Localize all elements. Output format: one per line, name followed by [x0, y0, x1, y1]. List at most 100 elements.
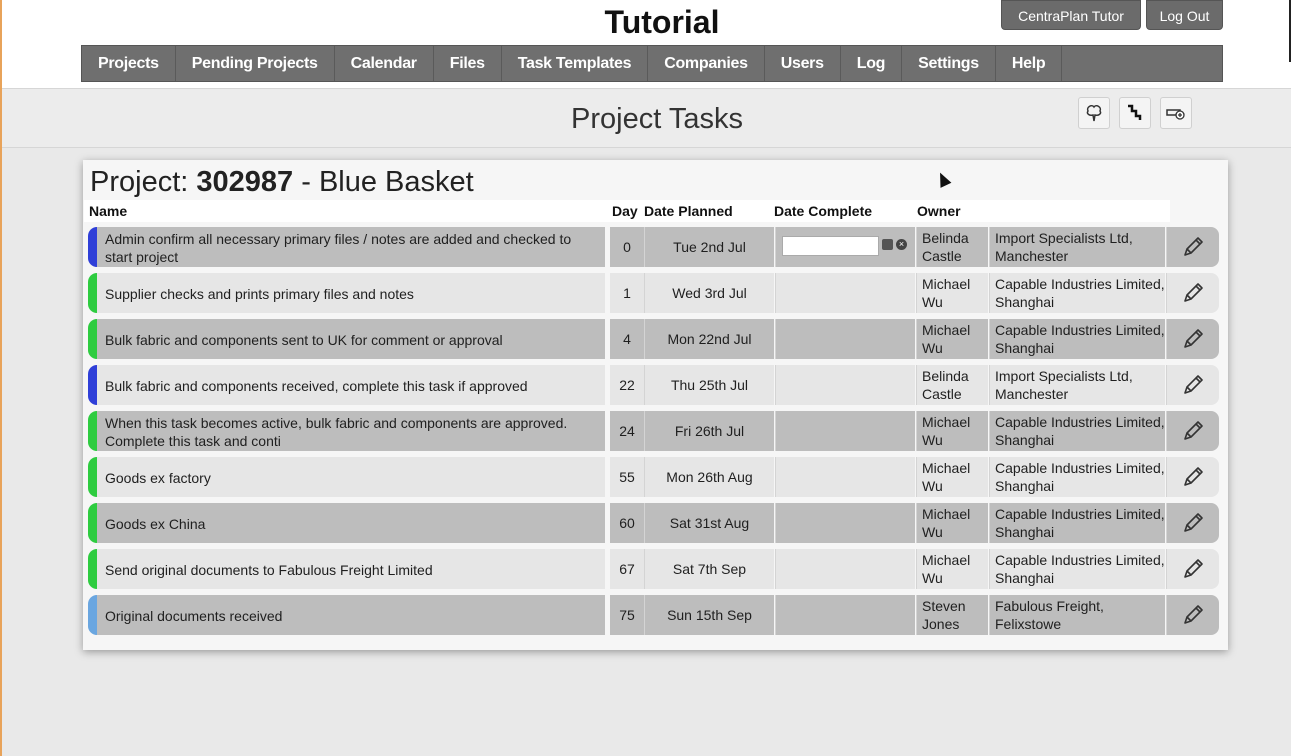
table-row[interactable]: Original documents received 75 Sun 15th Se…	[88, 595, 1219, 635]
cell-divider	[605, 319, 609, 359]
task-owner-person: Belinda Castle	[916, 365, 988, 405]
task-date-complete	[775, 503, 915, 543]
nav-projects[interactable]: Projects	[82, 46, 176, 81]
task-date-planned: Sun 15th Sep	[644, 595, 774, 635]
add-tag-icon[interactable]	[1160, 97, 1192, 129]
nav-files[interactable]: Files	[434, 46, 502, 81]
edit-task-button[interactable]	[1166, 503, 1219, 543]
column-header-day[interactable]: Day	[610, 200, 642, 222]
task-name-cell[interactable]: Bulk fabric and components received, com…	[88, 365, 605, 405]
task-name-cell[interactable]: Send original documents to Fabulous Frei…	[88, 549, 605, 589]
edit-task-button[interactable]	[1166, 549, 1219, 589]
task-owner-person: Belinda Castle	[916, 227, 988, 267]
calendar-icon[interactable]	[882, 239, 893, 250]
log-out-button[interactable]: Log Out	[1146, 0, 1223, 30]
task-owner-person: Michael Wu	[916, 319, 988, 359]
task-day: 55	[610, 457, 644, 497]
cell-divider	[605, 595, 609, 635]
column-header-name[interactable]: Name	[84, 200, 611, 222]
pencil-icon	[1184, 237, 1203, 256]
task-date-complete	[775, 411, 915, 451]
task-date-planned: Wed 3rd Jul	[644, 273, 774, 313]
task-day: 22	[610, 365, 644, 405]
task-date-complete[interactable]: ×	[775, 227, 915, 267]
column-header-date-complete[interactable]: Date Complete	[769, 200, 912, 222]
task-name-cell[interactable]: Original documents received	[88, 595, 605, 635]
project-number: 302987	[196, 166, 294, 198]
status-stripe	[88, 227, 97, 267]
task-date-planned: Sat 31st Aug	[644, 503, 774, 543]
app-title: Tutorial	[604, 4, 720, 40]
task-date-planned: Sat 7th Sep	[644, 549, 774, 589]
cell-divider	[605, 549, 609, 589]
status-stripe	[88, 365, 97, 405]
status-stripe	[88, 273, 97, 313]
pencil-icon	[1184, 329, 1203, 348]
task-name-cell[interactable]: Bulk fabric and components sent to UK fo…	[88, 319, 605, 359]
edit-task-button[interactable]	[1166, 273, 1219, 313]
date-complete-input[interactable]	[782, 236, 879, 256]
task-date-complete	[775, 273, 915, 313]
edit-task-button[interactable]	[1166, 595, 1219, 635]
nav-calendar[interactable]: Calendar	[335, 46, 434, 81]
column-header-owner[interactable]: Owner	[912, 200, 1170, 222]
nav-log[interactable]: Log	[841, 46, 903, 81]
task-day: 24	[610, 411, 644, 451]
column-header-date-planned[interactable]: Date Planned	[639, 200, 771, 222]
task-date-planned: Tue 2nd Jul	[644, 227, 774, 267]
pencil-icon	[1184, 467, 1203, 486]
status-stripe	[88, 595, 97, 635]
task-date-complete	[775, 595, 915, 635]
task-name: Bulk fabric and components received, com…	[105, 378, 528, 394]
nav-help[interactable]: Help	[996, 46, 1063, 81]
task-owner-company: Import Specialists Ltd, Manchester	[989, 365, 1165, 405]
clear-icon[interactable]: ×	[896, 239, 907, 250]
table-row[interactable]: Bulk fabric and components received, com…	[88, 365, 1219, 405]
task-day: 67	[610, 549, 644, 589]
task-name-cell[interactable]: Goods ex China	[88, 503, 605, 543]
pencil-icon	[1184, 421, 1203, 440]
project-prefix: Project:	[90, 166, 197, 198]
task-name: When this task becomes active, bulk fabr…	[105, 415, 568, 449]
centraplan-tutor-button[interactable]: CentraPlan Tutor	[1001, 0, 1141, 30]
task-owner-person: Michael Wu	[916, 411, 988, 451]
task-name: Goods ex China	[105, 516, 206, 532]
nav-task-templates[interactable]: Task Templates	[502, 46, 649, 81]
edit-task-button[interactable]	[1166, 319, 1219, 359]
nav-companies[interactable]: Companies	[648, 46, 765, 81]
table-row[interactable]: Admin confirm all necessary primary file…	[88, 227, 1219, 267]
task-name-cell[interactable]: Admin confirm all necessary primary file…	[88, 227, 605, 267]
task-date-complete	[775, 365, 915, 405]
stairs-icon[interactable]	[1119, 97, 1151, 129]
table-row[interactable]: Supplier checks and prints primary files…	[88, 273, 1219, 313]
table-row[interactable]: Goods ex factory 55 Mon 26th Aug Michael Wu…	[88, 457, 1219, 497]
task-owner-person: Michael Wu	[916, 273, 988, 313]
task-owner-company: Fabulous Freight, Felixstowe	[989, 595, 1165, 635]
table-row[interactable]: Send original documents to Fabulous Frei…	[88, 549, 1219, 589]
table-row[interactable]: Bulk fabric and components sent to UK fo…	[88, 319, 1219, 359]
main-nav: Projects Pending Projects Calendar Files…	[81, 45, 1223, 82]
task-name-cell[interactable]: Supplier checks and prints primary files…	[88, 273, 605, 313]
edit-task-button[interactable]	[1166, 411, 1219, 451]
task-owner-company: Capable Industries Limited, Shanghai	[989, 549, 1165, 589]
pencil-icon	[1184, 283, 1203, 302]
cell-divider	[605, 227, 609, 267]
cell-divider	[605, 457, 609, 497]
edit-task-button[interactable]	[1166, 457, 1219, 497]
project-name: Blue Basket	[318, 166, 474, 198]
nav-settings[interactable]: Settings	[902, 46, 996, 81]
table-row[interactable]: When this task becomes active, bulk fabr…	[88, 411, 1219, 451]
task-owner-person: Steven Jones	[916, 595, 988, 635]
edit-task-button[interactable]	[1166, 227, 1219, 267]
task-name-cell[interactable]: When this task becomes active, bulk fabr…	[88, 411, 605, 451]
task-date-planned: Thu 25th Jul	[644, 365, 774, 405]
table-row[interactable]: Goods ex China 60 Sat 31st Aug Michael Wu Ca…	[88, 503, 1219, 543]
nav-users[interactable]: Users	[765, 46, 841, 81]
task-owner-company: Capable Industries Limited, Shanghai	[989, 411, 1165, 451]
edit-task-button[interactable]	[1166, 365, 1219, 405]
nav-pending-projects[interactable]: Pending Projects	[176, 46, 335, 81]
brain-icon[interactable]	[1078, 97, 1110, 129]
task-name-cell[interactable]: Goods ex factory	[88, 457, 605, 497]
task-name: Bulk fabric and components sent to UK fo…	[105, 332, 503, 348]
task-date-complete	[775, 457, 915, 497]
